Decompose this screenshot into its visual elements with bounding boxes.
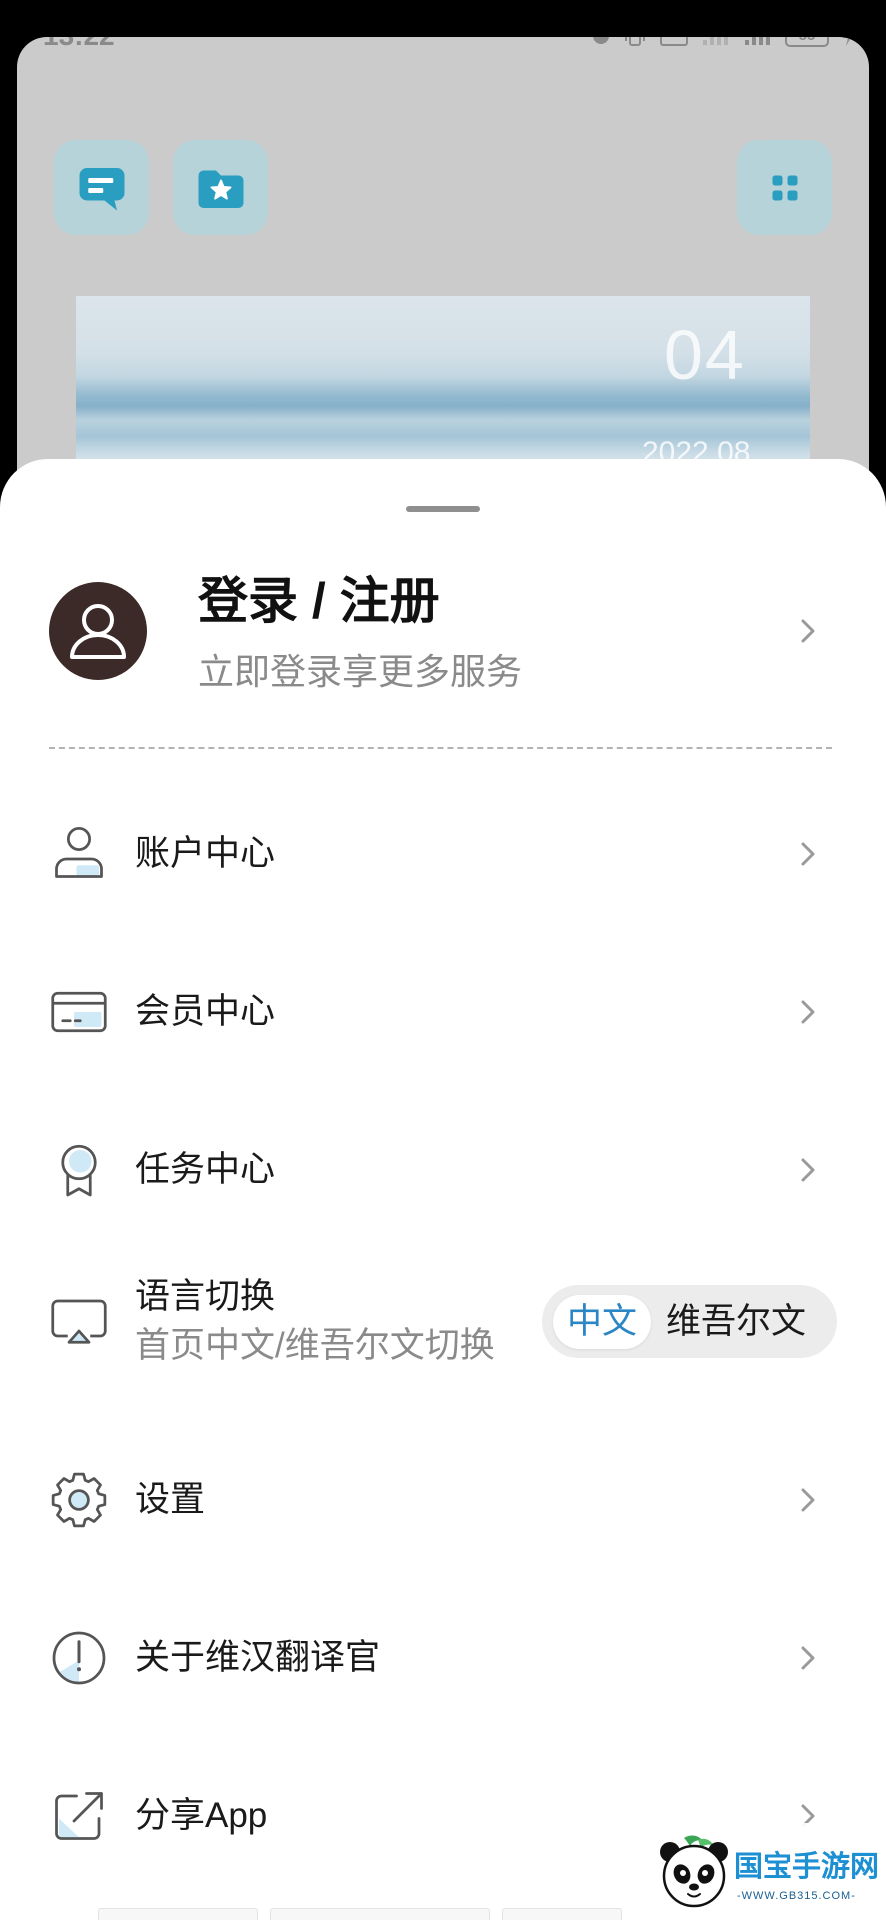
user-icon xyxy=(70,604,126,659)
account-icon xyxy=(55,827,103,878)
chevron-right-icon xyxy=(801,842,815,866)
chevron-right-icon xyxy=(801,1000,815,1024)
language-screen-icon xyxy=(51,1299,107,1344)
language-option-uyghur[interactable]: 维吾尔文 xyxy=(666,1299,806,1345)
menu-item-label: 会员中心 xyxy=(135,992,276,1031)
sheet-backdrop[interactable] xyxy=(0,0,886,459)
menu-item-label: 分享App xyxy=(135,1796,268,1835)
menu-item-language-switch: 语言切换 首页中文/维吾尔文切换 中文 维吾尔文 xyxy=(0,1256,886,1386)
watermark-brand: 国宝手游网 xyxy=(734,1851,880,1883)
language-option-chinese[interactable]: 中文 xyxy=(553,1295,651,1349)
membership-card-icon xyxy=(51,991,107,1033)
chevron-right-icon xyxy=(801,619,815,643)
panda-logo-icon xyxy=(660,1835,728,1908)
screen: 13:22 55 xyxy=(0,0,886,1920)
gear-icon xyxy=(51,1472,107,1528)
chevron-right-icon xyxy=(801,1488,815,1512)
watermark: 国宝手游网 -WWW.GB315.COM- xyxy=(633,1823,886,1920)
login-register-subtitle: 立即登录享更多服务 xyxy=(198,651,523,692)
avatar xyxy=(49,582,147,680)
menu-item-label: 关于维汉翻译官 xyxy=(135,1638,381,1677)
chevron-right-icon xyxy=(801,1158,815,1182)
menu-item-about[interactable]: 关于维汉翻译官 xyxy=(0,1593,886,1723)
chevron-right-icon xyxy=(801,1646,815,1670)
menu-item-label: 语言切换 xyxy=(135,1277,276,1316)
watermark-url: -WWW.GB315.COM- xyxy=(737,1890,856,1902)
menu-item-membership-center[interactable]: 会员中心 xyxy=(0,947,886,1077)
menu-item-task-center[interactable]: 任务中心 xyxy=(0,1105,886,1235)
sheet-drag-handle[interactable] xyxy=(406,506,480,512)
menu-item-settings[interactable]: 设置 xyxy=(0,1435,886,1565)
menu-item-account-center[interactable]: 账户中心 xyxy=(0,789,886,919)
divider xyxy=(49,747,832,749)
login-register-title: 登录 / 注册 xyxy=(198,573,440,629)
menu-item-label: 账户中心 xyxy=(135,834,276,873)
task-badge-icon xyxy=(61,1144,97,1197)
language-toggle[interactable]: 中文 维吾尔文 xyxy=(542,1285,837,1358)
account-bottom-sheet: 登录 / 注册 立即登录享更多服务 账户中心 会员中心 任务中心 语言切换 首页… xyxy=(0,459,886,1920)
share-icon xyxy=(55,1792,103,1840)
menu-item-label: 任务中心 xyxy=(135,1150,276,1189)
login-register-row[interactable]: 登录 / 注册 立即登录享更多服务 xyxy=(0,559,886,709)
bottom-edge-strip xyxy=(98,1908,633,1920)
info-icon xyxy=(52,1631,106,1685)
menu-item-label: 设置 xyxy=(135,1480,206,1519)
menu-item-sublabel: 首页中文/维吾尔文切换 xyxy=(135,1326,495,1365)
